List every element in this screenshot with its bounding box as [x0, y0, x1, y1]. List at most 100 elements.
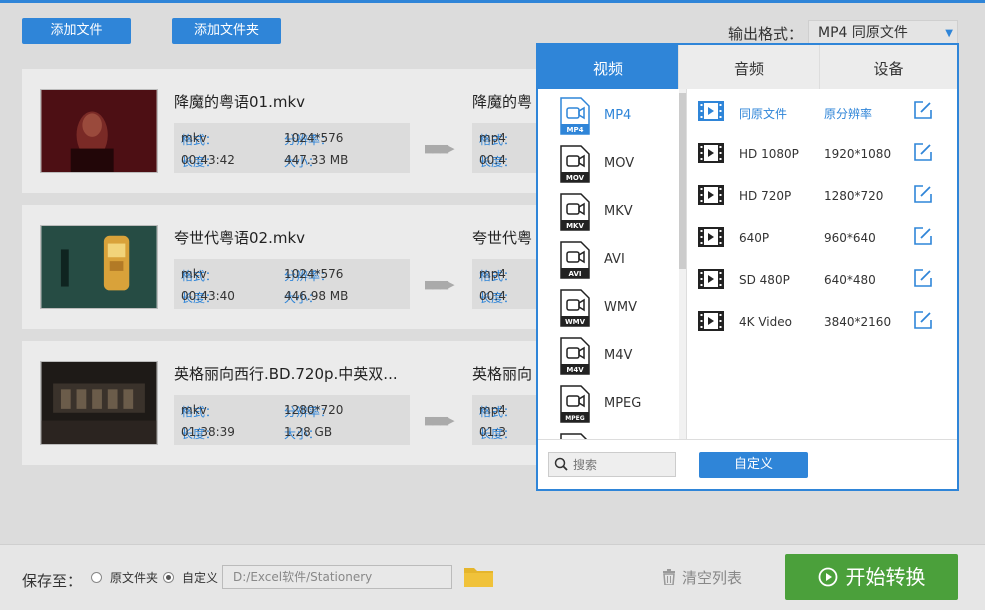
clear-list-button[interactable]: 清空列表 — [662, 567, 742, 588]
preset-name: SD 480P — [739, 273, 790, 287]
source-file-info: 格式： mkv 分辨率： 1024*576 长度： 00:43:42 大小： 447.3… — [174, 123, 410, 173]
film-icon — [698, 311, 724, 331]
duration-value: 01:3 — [479, 425, 506, 439]
format-label: M4V — [604, 348, 633, 363]
radio-original-folder[interactable] — [91, 572, 102, 583]
output-file-name: 降魔的粤 — [472, 93, 533, 111]
format-item-mkv[interactable]: MKV MKV — [538, 187, 680, 235]
edit-icon[interactable] — [913, 310, 933, 330]
format-label: MKV — [604, 204, 633, 219]
edit-icon[interactable] — [913, 268, 933, 288]
preset-name: 4K Video — [739, 315, 792, 329]
source-file-info: 格式： mkv 分辨率： 1024*576 长度： 00:43:40 大小： 446.9… — [174, 259, 410, 309]
tab-video[interactable]: 视频 — [538, 45, 678, 89]
file-row[interactable]: 降魔的粤语01.mkv 格式： mkv 分辨率： 1024*576 长度： 00:43… — [22, 69, 592, 193]
output-format-label: 输出格式： — [728, 25, 804, 43]
format-value: mkv — [181, 403, 207, 417]
start-convert-label: 开始转换 — [845, 565, 926, 589]
format-value: mp4 — [479, 131, 506, 145]
custom-folder-label[interactable]: 自定义 — [182, 569, 218, 586]
resolution-value: 1024*576 — [284, 267, 344, 281]
trash-icon — [663, 569, 675, 586]
arrow-right-icon: ■■■▶ — [424, 278, 455, 291]
format-item-mp4[interactable]: MP4 MP4 — [538, 91, 680, 139]
format-item-m4v[interactable]: M4V M4V — [538, 331, 680, 379]
format-badge-text: MP4 — [567, 126, 584, 134]
edit-icon[interactable] — [913, 142, 933, 162]
format-item-wmv[interactable]: WMV WMV — [538, 283, 680, 331]
duration-value: 00:4 — [479, 289, 506, 303]
file-row[interactable]: 英格丽向西行.BD.720p.中英双... 格式： mkv 分辨率： 1280*72… — [22, 341, 592, 465]
scrollbar-thumb[interactable] — [679, 93, 686, 269]
format-value: mp4 — [479, 267, 506, 281]
preset-name: HD 1080P — [739, 147, 799, 161]
format-label: AVI — [604, 252, 625, 267]
file-row[interactable]: 夸世代粤语02.mkv 格式： mkv 分辨率： 1024*576 长度： 00:43… — [22, 205, 592, 329]
format-badge-text: WMV — [565, 318, 586, 326]
preset-resolution: 3840*2160 — [824, 315, 892, 329]
video-thumbnail — [40, 89, 158, 173]
format-item-avi[interactable]: AVI AVI — [538, 235, 680, 283]
format-badge-text: AVI — [569, 270, 582, 278]
edit-icon[interactable] — [913, 226, 933, 246]
format-item-mov[interactable]: MOV MOV — [538, 139, 680, 187]
format-item-mpeg[interactable]: MPEG MPEG — [538, 379, 680, 427]
size-value: 1.28 GB — [284, 425, 333, 439]
video-thumbnail — [40, 225, 158, 309]
add-file-button[interactable]: 添加文件 — [22, 18, 131, 44]
original-folder-label[interactable]: 原文件夹 — [110, 569, 158, 586]
search-icon — [554, 457, 568, 471]
edit-icon[interactable] — [913, 184, 933, 204]
format-list-scrollbar[interactable] — [679, 89, 686, 439]
film-icon — [698, 227, 724, 247]
format-value: mkv — [181, 131, 207, 145]
film-icon — [698, 143, 724, 163]
format-value: mp4 — [479, 403, 506, 417]
film-icon — [698, 101, 724, 121]
avi-file-icon: AVI — [560, 241, 590, 279]
output-file-name: 夸世代粤 — [472, 229, 533, 247]
size-value: 447.33 MB — [284, 153, 349, 167]
preset-row[interactable]: HD 720P 1280*720 — [698, 177, 948, 213]
tab-device[interactable]: 设备 — [819, 45, 957, 89]
resolution-value: 1024*576 — [284, 131, 344, 145]
format-dropdown-panel: 视频 音频 设备 MP4 MP4 MOV MOV MKV MKV AVI AVI… — [536, 43, 959, 491]
bottom-bar: 保存至： 原文件夹 自定义 D:/Excel软件/Stationery 清空列表… — [0, 544, 985, 610]
custom-button[interactable]: 自定义 — [699, 452, 808, 478]
format-item-partial[interactable] — [538, 427, 680, 439]
arrow-right-icon: ■■■▶ — [424, 142, 455, 155]
source-file-name: 夸世代粤语02.mkv — [174, 229, 306, 247]
source-file-name: 英格丽向西行.BD.720p.中英双... — [174, 365, 398, 383]
preset-row[interactable]: 同原文件 原分辨率 — [698, 93, 948, 129]
radio-custom-folder[interactable] — [163, 572, 174, 583]
preset-resolution: 原分辨率 — [824, 107, 873, 121]
preset-name: 640P — [739, 231, 770, 245]
film-icon — [698, 185, 724, 205]
play-icon — [818, 567, 837, 587]
save-to-label: 保存至： — [22, 572, 83, 590]
mp4-file-icon: MP4 — [560, 97, 590, 135]
start-convert-button[interactable]: 开始转换 — [785, 554, 958, 600]
preset-row[interactable]: HD 1080P 1920*1080 — [698, 135, 948, 171]
m4v-file-icon: M4V — [560, 337, 590, 375]
folder-icon[interactable] — [463, 564, 494, 588]
output-format-value: MP4 同原文件 — [818, 25, 908, 41]
mkv-file-icon: MKV — [560, 193, 590, 231]
preset-row[interactable]: 640P 960*640 — [698, 219, 948, 255]
preset-row[interactable]: SD 480P 640*480 — [698, 261, 948, 297]
add-folder-button[interactable]: 添加文件夹 — [172, 18, 281, 44]
panel-divider — [686, 89, 687, 439]
format-label: MP4 — [604, 108, 632, 123]
mov-file-icon: MOV — [560, 145, 590, 183]
tab-audio[interactable]: 音频 — [678, 45, 819, 89]
wmv-file-icon: WMV — [560, 289, 590, 327]
preset-row[interactable]: 4K Video 3840*2160 — [698, 303, 948, 339]
source-file-info: 格式： mkv 分辨率： 1280*720 长度： 01:38:39 大小： 1.28 … — [174, 395, 410, 445]
preset-resolution: 640*480 — [824, 273, 876, 287]
format-badge-text: MKV — [566, 222, 584, 230]
mpeg-file-icon: MPEG — [560, 385, 590, 423]
output-path-field[interactable]: D:/Excel软件/Stationery — [222, 565, 452, 589]
edit-icon[interactable] — [913, 100, 933, 120]
format-badge-text: M4V — [566, 366, 584, 374]
format-badge-text: MOV — [566, 174, 585, 182]
